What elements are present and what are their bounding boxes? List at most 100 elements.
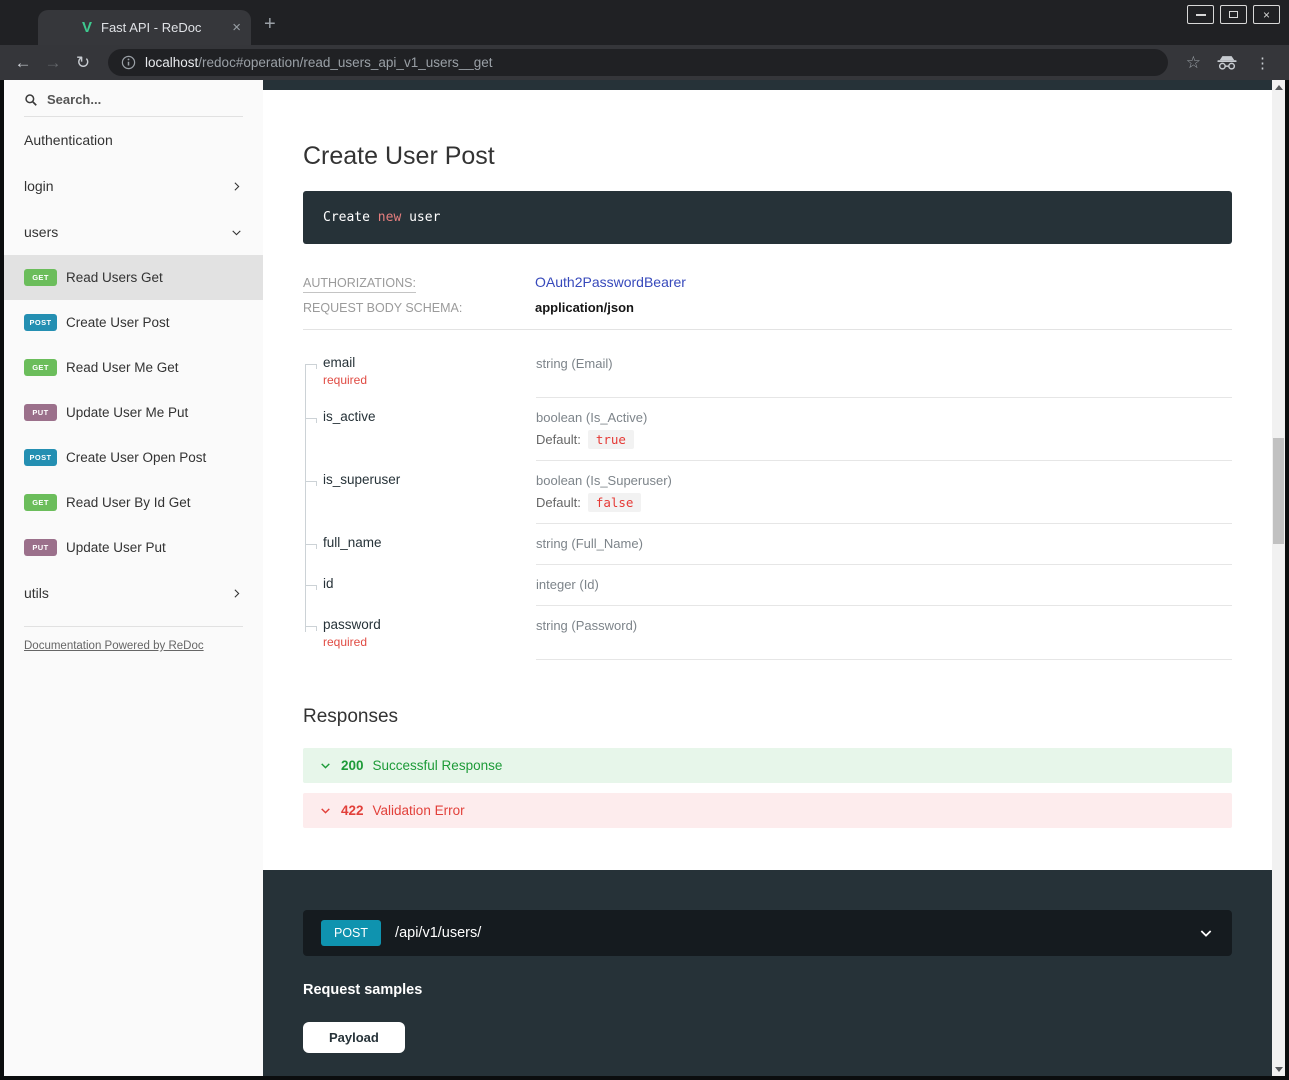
chevron-right-icon [230, 587, 243, 600]
request-body-schema: email required string (Email) is_active … [303, 330, 1232, 660]
sidebar-divider [24, 626, 243, 627]
url-text: localhost/redoc#operation/read_users_api… [145, 55, 493, 70]
field-default: Default:true [536, 432, 1232, 447]
previous-panel-edge [263, 80, 1272, 90]
chevron-down-icon [319, 804, 332, 817]
redoc-attribution-link[interactable]: Documentation Powered by ReDoc [24, 640, 243, 652]
search-input[interactable] [47, 92, 197, 107]
response-200-toggle[interactable]: 200 Successful Response [303, 748, 1232, 783]
required-flag: required [323, 635, 536, 649]
sidebar: Authentication login users GET Read User… [4, 80, 263, 1076]
code-keyword: new [378, 210, 401, 225]
tab-close-icon[interactable]: × [232, 19, 241, 36]
samples-panel: POST /api/v1/users/ Request samples Payl… [263, 870, 1272, 1076]
field-name[interactable]: email [323, 355, 536, 370]
endpoint-method-badge: POST [321, 920, 381, 946]
new-tab-button[interactable]: + [264, 13, 276, 36]
request-body-row: REQUEST BODY SCHEMA: application/json [303, 300, 1232, 329]
field-name[interactable]: full_name [323, 535, 536, 550]
main-content: Create User Post Create new user AUTHORI… [263, 80, 1272, 1076]
sidebar-item-update-user-me-put[interactable]: PUT Update User Me Put [4, 390, 263, 435]
maximize-icon [1229, 11, 1238, 18]
sidebar-item-read-users-get[interactable]: GET Read Users Get [4, 255, 263, 300]
schema-field-is-active: is_active boolean (Is_Active) Default:tr… [303, 398, 1232, 461]
required-flag: required [323, 373, 536, 387]
site-favicon-icon: V [82, 20, 92, 35]
field-name[interactable]: is_superuser [323, 472, 536, 487]
http-method-badge: GET [24, 359, 57, 376]
default-value-chip: false [588, 493, 642, 512]
tab-title: Fast API - ReDoc [101, 20, 223, 35]
sidebar-item-login[interactable]: login [4, 163, 263, 209]
schema-field-full-name: full_name string (Full_Name) [303, 524, 1232, 565]
browser-titlebar: V Fast API - ReDoc × + × [0, 0, 1289, 45]
window-close-button[interactable]: × [1253, 5, 1280, 24]
page-info-icon[interactable] [121, 55, 136, 70]
field-default: Default:false [536, 495, 1232, 510]
search-box[interactable] [24, 92, 243, 117]
http-method-badge: POST [24, 449, 57, 466]
field-type: integer (Id) [536, 577, 599, 592]
sidebar-item-utils[interactable]: utils [4, 570, 263, 616]
response-label: Successful Response [373, 758, 503, 773]
sidebar-item-read-user-me-get[interactable]: GET Read User Me Get [4, 345, 263, 390]
sidebar-item-authentication[interactable]: Authentication [4, 117, 263, 163]
back-button[interactable]: ← [10, 53, 36, 73]
field-name[interactable]: id [323, 576, 536, 591]
field-type: boolean (Is_Active) [536, 410, 647, 425]
sidebar-item-users[interactable]: users [4, 209, 263, 255]
responses-title: Responses [303, 706, 1232, 728]
incognito-icon [1216, 54, 1238, 71]
sidebar-item-create-user-open-post[interactable]: POST Create User Open Post [4, 435, 263, 480]
schema-field-email: email required string (Email) [303, 344, 1232, 398]
operation-title: Create User Post [303, 142, 1232, 171]
vertical-scrollbar[interactable] [1272, 80, 1285, 1076]
sidebar-item-read-user-by-id-get[interactable]: GET Read User By Id Get [4, 480, 263, 525]
scroll-down-arrow[interactable] [1272, 1062, 1285, 1076]
chevron-down-icon [230, 226, 243, 239]
field-type: boolean (Is_Superuser) [536, 473, 672, 488]
request-samples-title: Request samples [303, 982, 1232, 998]
browser-toolbar: ← → ↻ localhost/redoc#operation/read_use… [0, 45, 1289, 80]
address-bar[interactable]: localhost/redoc#operation/read_users_api… [108, 49, 1168, 76]
browser-tab[interactable]: V Fast API - ReDoc × [38, 10, 251, 45]
http-method-badge: PUT [24, 404, 57, 421]
url-host: localhost [145, 55, 198, 70]
operation-description-code: Create new user [303, 191, 1232, 244]
field-type: string (Password) [536, 618, 637, 633]
oauth2-security-link[interactable]: OAuth2PasswordBearer [535, 274, 686, 290]
chevron-down-icon [319, 759, 332, 772]
operation-meta: AUTHORIZATIONS: OAuth2PasswordBearer REQ… [303, 274, 1232, 330]
http-method-badge: PUT [24, 539, 57, 556]
url-path: /redoc#operation/read_users_api_v1_users… [198, 55, 492, 70]
sidebar-item-create-user-post[interactable]: POST Create User Post [4, 300, 263, 345]
chevron-down-icon [1198, 925, 1214, 941]
forward-button[interactable]: → [40, 53, 66, 73]
response-code: 422 [341, 803, 364, 818]
search-icon [24, 93, 38, 107]
scrollbar-thumb[interactable] [1273, 438, 1284, 544]
chevron-right-icon [230, 180, 243, 193]
reload-button[interactable]: ↻ [70, 53, 96, 73]
field-name[interactable]: is_active [323, 409, 536, 424]
browser-menu-icon[interactable]: ⋮ [1255, 54, 1271, 72]
schema-field-id: id integer (Id) [303, 565, 1232, 606]
http-method-badge: GET [24, 269, 57, 286]
scroll-up-arrow[interactable] [1272, 80, 1285, 94]
endpoint-path: /api/v1/users/ [395, 925, 1184, 941]
request-body-content-type: application/json [535, 300, 634, 315]
window-maximize-button[interactable] [1220, 5, 1247, 24]
bookmark-star-icon[interactable]: ☆ [1186, 53, 1201, 73]
endpoint-dropdown[interactable]: POST /api/v1/users/ [303, 910, 1232, 956]
field-name[interactable]: password [323, 617, 536, 632]
default-value-chip: true [588, 430, 634, 449]
payload-tab[interactable]: Payload [303, 1022, 405, 1053]
schema-field-is-superuser: is_superuser boolean (Is_Superuser) Defa… [303, 461, 1232, 524]
request-body-label: REQUEST BODY SCHEMA: [303, 301, 535, 315]
sidebar-item-update-user-put[interactable]: PUT Update User Put [4, 525, 263, 570]
window-minimize-button[interactable] [1187, 5, 1214, 24]
response-422-toggle[interactable]: 422 Validation Error [303, 793, 1232, 828]
responses-section: Responses 200 Successful Response 422 Va… [303, 706, 1232, 828]
schema-field-password: password required string (Password) [303, 606, 1232, 660]
response-label: Validation Error [373, 803, 465, 818]
